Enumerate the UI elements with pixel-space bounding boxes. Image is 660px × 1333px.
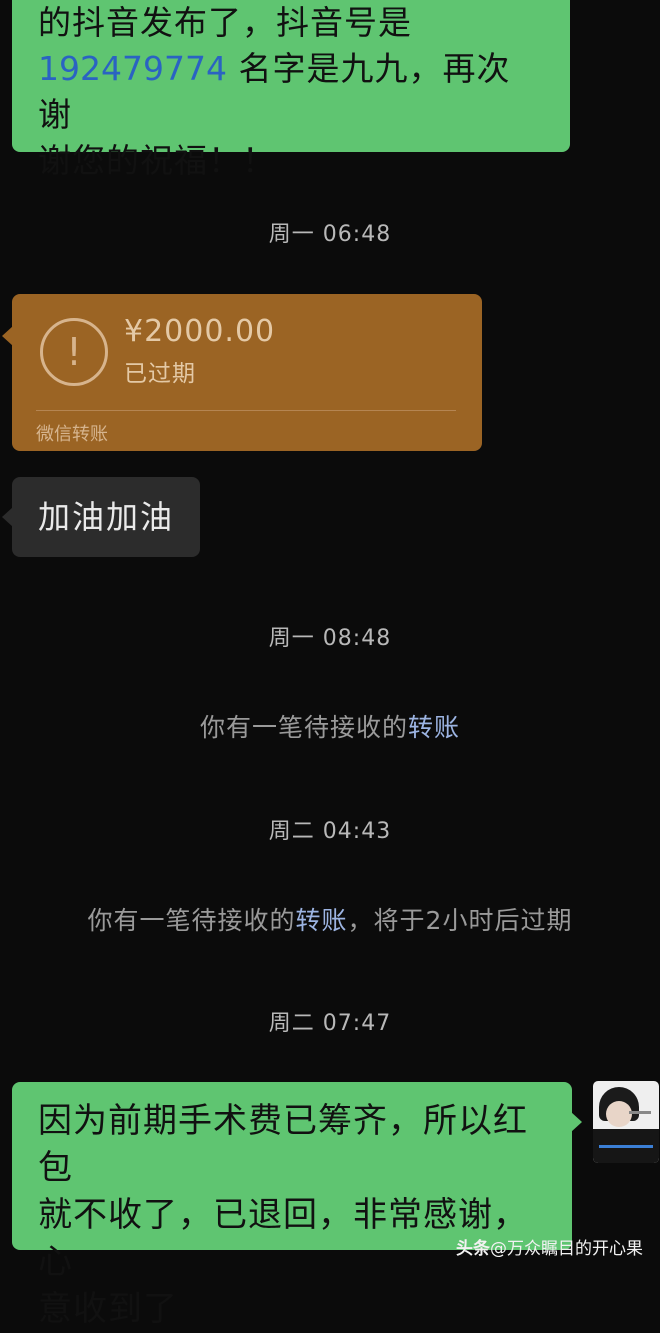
bubble-tail — [2, 507, 13, 527]
message-timestamp: 周一 08:48 — [268, 626, 392, 651]
system-text: 你有一笔待接收的 — [87, 906, 296, 935]
transfer-status: 已过期 — [124, 361, 196, 387]
message-timestamp: 周二 07:47 — [268, 1011, 392, 1036]
watermark: 头条@万众瞩目的开心果 — [456, 1234, 643, 1259]
message-line: 意收到了 — [38, 1289, 178, 1329]
avatar-detail — [599, 1145, 653, 1148]
transfer-amount: ¥2000.00 — [124, 314, 276, 349]
system-message: 你有一笔待接收的转账 — [0, 708, 660, 744]
system-message: 你有一笔待接收的转账，将于2小时后过期 — [0, 901, 660, 937]
message-line: 192479774 名字是九九，再次谢 — [38, 46, 544, 138]
system-text: 你有一笔待接收的 — [199, 713, 408, 742]
wechat-transfer-card[interactable]: ! ¥2000.00 已过期 微信转账 — [2, 294, 482, 451]
bubble-tail — [571, 1112, 582, 1132]
transfer-link[interactable]: 转账 — [408, 713, 460, 742]
douyin-number-link[interactable]: 192479774 — [38, 49, 227, 88]
transfer-link[interactable]: 转账 — [296, 906, 348, 935]
message-line: 的抖音发布了，抖音号是 — [38, 3, 412, 42]
card-divider — [36, 410, 456, 411]
avatar-detail — [629, 1111, 651, 1114]
message-line: 因为前期手术费已筹齐，所以红包 — [38, 1101, 528, 1188]
outgoing-message-bubble[interactable]: 的抖音发布了，抖音号是 192479774 名字是九九，再次谢 谢您的祝福！！ — [12, 0, 570, 180]
avatar-face — [606, 1101, 632, 1127]
bubble-tail — [2, 326, 13, 346]
message-timestamp: 周二 04:43 — [268, 819, 392, 844]
watermark-account: @万众瞩目的开心果 — [490, 1239, 643, 1259]
message-text: 加油加油 — [38, 498, 175, 536]
watermark-brand: 头条 — [456, 1239, 490, 1259]
exclamation-circle-icon: ! — [40, 318, 108, 386]
message-timestamp: 周一 06:48 — [268, 222, 392, 247]
incoming-message-bubble[interactable]: 加油加油 — [2, 477, 200, 557]
outgoing-message-bubble[interactable]: 因为前期手术费已筹齐，所以红包 就不收了，已退回，非常感谢，心 意收到了 — [12, 1082, 582, 1329]
system-text: ，将于2小时后过期 — [347, 906, 573, 935]
message-line: 谢您的祝福！！ — [38, 141, 276, 180]
avatar[interactable] — [593, 1081, 659, 1163]
transfer-footer-label: 微信转账 — [36, 424, 108, 445]
